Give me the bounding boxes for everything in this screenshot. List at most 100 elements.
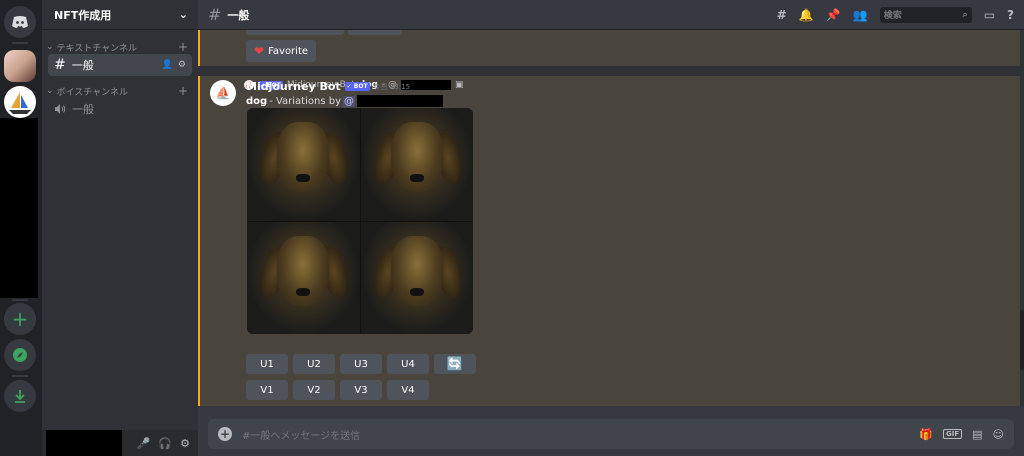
bell-icon[interactable]: 🔔 [799,8,814,22]
heart-icon: ❤ [254,44,265,58]
help-icon[interactable]: ? [1007,8,1014,22]
server-header[interactable]: NFT作成用 ⌄ [42,0,198,30]
gif-icon[interactable]: GIF [942,429,963,439]
attach-plus-icon[interactable]: + [218,427,232,441]
redacted-user-info [46,430,122,456]
explore-button[interactable] [4,339,36,371]
headphones-icon[interactable]: 🎧 [158,437,172,450]
invite-icon[interactable]: 👤 [162,60,173,70]
image-variation-3[interactable] [247,221,360,334]
category-label: テキストチャンネル [56,43,138,54]
search-icon: ⌕ [962,9,968,20]
emoji-icon[interactable]: ☺ [993,428,1004,441]
sailboat-icon [9,92,31,114]
button-stub[interactable] [348,30,402,35]
bot-avatar[interactable]: ⛵ [210,80,236,106]
upscale-button-4[interactable]: U4 [387,354,429,374]
add-server-button[interactable]: + [4,303,36,335]
favorite-label: Favorite [268,45,309,57]
image-variation-2[interactable] [360,108,473,221]
message-previous: ❤ Favorite [198,30,1020,66]
timestamp: 今日 13:15 [373,82,410,91]
channel-label: 一般 [72,103,94,116]
user-mention[interactable]: @ [343,95,355,107]
message-gap [198,66,1020,76]
user-panel: 🎤 🎧 ⚙ [42,430,198,456]
message-content: dog - Variations by @ [246,95,443,107]
redacted-username [357,95,443,107]
hash-icon: # [54,57,66,73]
prompt-text: dog [246,95,268,107]
image-variation-1[interactable] [247,108,360,221]
server-rail: + [0,0,42,456]
reroll-button[interactable]: 🔄 [434,354,476,374]
speaker-icon [55,104,66,114]
upscale-button-1[interactable]: U1 [246,354,288,374]
gift-icon[interactable]: 🎁 [919,428,933,441]
server-name: NFT作成用 [54,8,112,22]
pin-icon[interactable]: 📌 [826,8,841,22]
upscale-button-3[interactable]: U3 [340,354,382,374]
variation-button-4[interactable]: V4 [387,380,429,400]
chevron-down-icon: ⌄ [178,8,188,21]
voice-channel-item-general[interactable]: 一般 [48,98,192,120]
bot-badge-label: BOT [353,83,368,90]
message-list: ❤ Favorite ⛵ ✓ BOT Midjourney Bot dog - … [198,30,1020,406]
variation-button-2[interactable]: V2 [293,380,335,400]
channel-label: 一般 [71,59,94,72]
message-header: Midjourney Bot ✓ BOT 今日 13:15 [246,80,410,93]
variation-text: - Variations by [269,95,341,107]
message-composer[interactable]: + #一般へメッセージを送信 🎁 GIF ▤ ☺ [208,419,1014,449]
rail-divider [12,375,28,377]
message-midjourney: ⛵ ✓ BOT Midjourney Bot dog - @ ▣ ⛵ Midjo… [198,76,1020,406]
upscale-button-2[interactable]: U2 [293,354,335,374]
chevron-down-icon: ⌄ [46,86,54,96]
inbox-icon[interactable]: ▭ [984,8,995,22]
compass-icon [13,348,27,362]
server-icon-nft[interactable] [4,86,36,118]
bot-badge: ✓ BOT [344,82,370,91]
variation-button-1[interactable]: V1 [246,380,288,400]
channel-title: 一般 [227,8,250,22]
download-icon [15,390,25,403]
image-variation-4[interactable] [360,221,473,334]
server-icon-1[interactable] [4,50,36,82]
author-name[interactable]: Midjourney Bot [246,80,341,93]
refresh-icon: 🔄 [446,356,464,372]
variation-button-row: V1 V2 V3 V4 [246,380,429,400]
image-grid[interactable] [247,108,473,334]
hash-icon: # [208,5,222,24]
variation-button-3[interactable]: V3 [340,380,382,400]
message-input[interactable]: #一般へメッセージを送信 [242,427,360,442]
chevron-down-icon: ⌄ [46,42,54,52]
plus-icon: + [11,307,29,331]
category-voice-channels[interactable]: ⌄ ボイスチャンネル + [42,84,198,98]
home-button[interactable] [4,6,36,38]
main-area: # 一般 # 🔔 📌 👥 検索 ⌕ ▭ ? ❤ Favorite ⛵ ✓ BOT… [198,0,1024,456]
category-label: ボイスチャンネル [56,87,129,98]
category-text-channels[interactable]: ⌄ テキストチャンネル + [42,40,198,54]
add-channel-icon[interactable]: + [178,40,188,54]
redacted-area [0,118,38,298]
discord-logo-icon [12,16,28,28]
threads-icon[interactable]: # [777,8,787,22]
channel-sidebar: NFT作成用 ⌄ ⌄ テキストチャンネル + # 一般 👤 ⚙ ⌄ ボイスチャンネル… [42,0,198,456]
mute-mic-icon[interactable]: 🎤 [137,437,151,450]
image-icon: ▣ [454,80,464,90]
upscale-button-row: U1 U2 U3 U4 🔄 [246,354,476,374]
gear-icon[interactable]: ⚙ [178,60,186,70]
mention-prefix: @ [344,95,354,107]
gear-icon[interactable]: ⚙ [180,437,190,450]
search-placeholder: 検索 [883,11,902,21]
members-icon[interactable]: 👥 [853,8,868,22]
search-input[interactable]: 検索 ⌕ [879,6,972,23]
scrollbar-thumb[interactable] [1020,310,1024,370]
sticker-icon[interactable]: ▤ [972,428,982,441]
download-button[interactable] [4,380,36,412]
button-stub[interactable] [246,30,344,35]
rail-divider [12,299,28,301]
favorite-button[interactable]: ❤ Favorite [246,40,317,62]
add-channel-icon[interactable]: + [178,84,188,98]
rail-divider [12,42,28,44]
channel-item-general[interactable]: # 一般 👤 ⚙ [48,54,192,76]
